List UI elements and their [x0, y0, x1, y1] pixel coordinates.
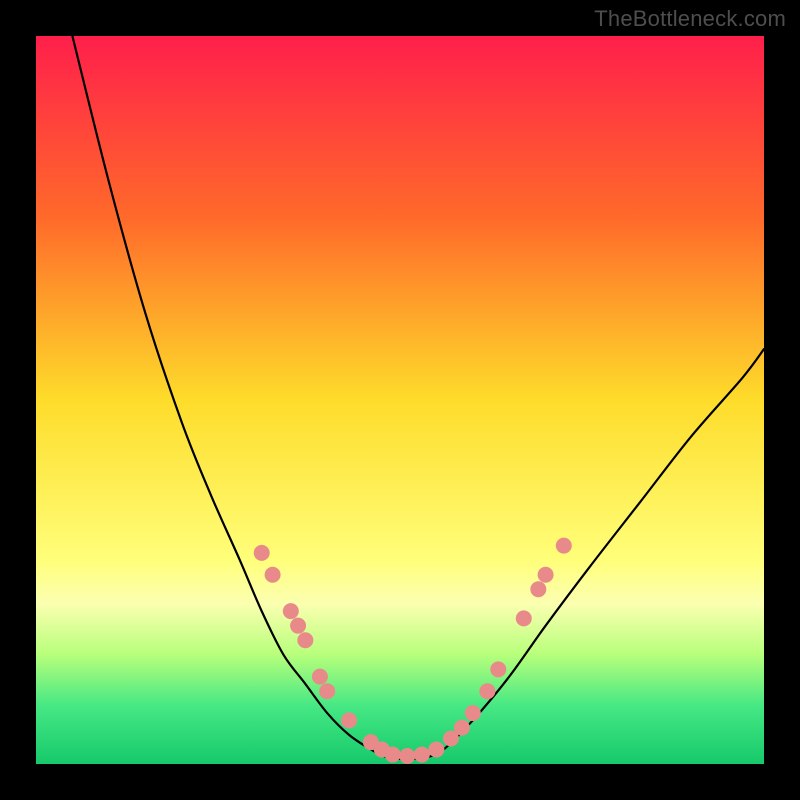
plot-area — [36, 36, 764, 764]
watermark-text: TheBottleneck.com — [594, 6, 786, 32]
marker-dot — [490, 661, 506, 677]
marker-dot — [290, 618, 306, 634]
marker-dot — [319, 683, 335, 699]
marker-dot — [341, 712, 357, 728]
marker-dot — [530, 581, 546, 597]
chart-svg — [36, 36, 764, 764]
marker-dot — [312, 669, 328, 685]
marker-dot — [454, 720, 470, 736]
marker-dot — [414, 747, 430, 763]
gradient-background — [36, 36, 764, 764]
marker-dot — [399, 748, 415, 764]
marker-dot — [265, 567, 281, 583]
marker-dot — [465, 705, 481, 721]
marker-dot — [428, 741, 444, 757]
chart-stage: TheBottleneck.com — [0, 0, 800, 800]
marker-dot — [283, 603, 299, 619]
marker-dot — [297, 632, 313, 648]
marker-dot — [538, 567, 554, 583]
marker-dot — [254, 545, 270, 561]
marker-dot — [385, 747, 401, 763]
marker-dot — [556, 538, 572, 554]
marker-dot — [516, 610, 532, 626]
marker-dot — [479, 683, 495, 699]
